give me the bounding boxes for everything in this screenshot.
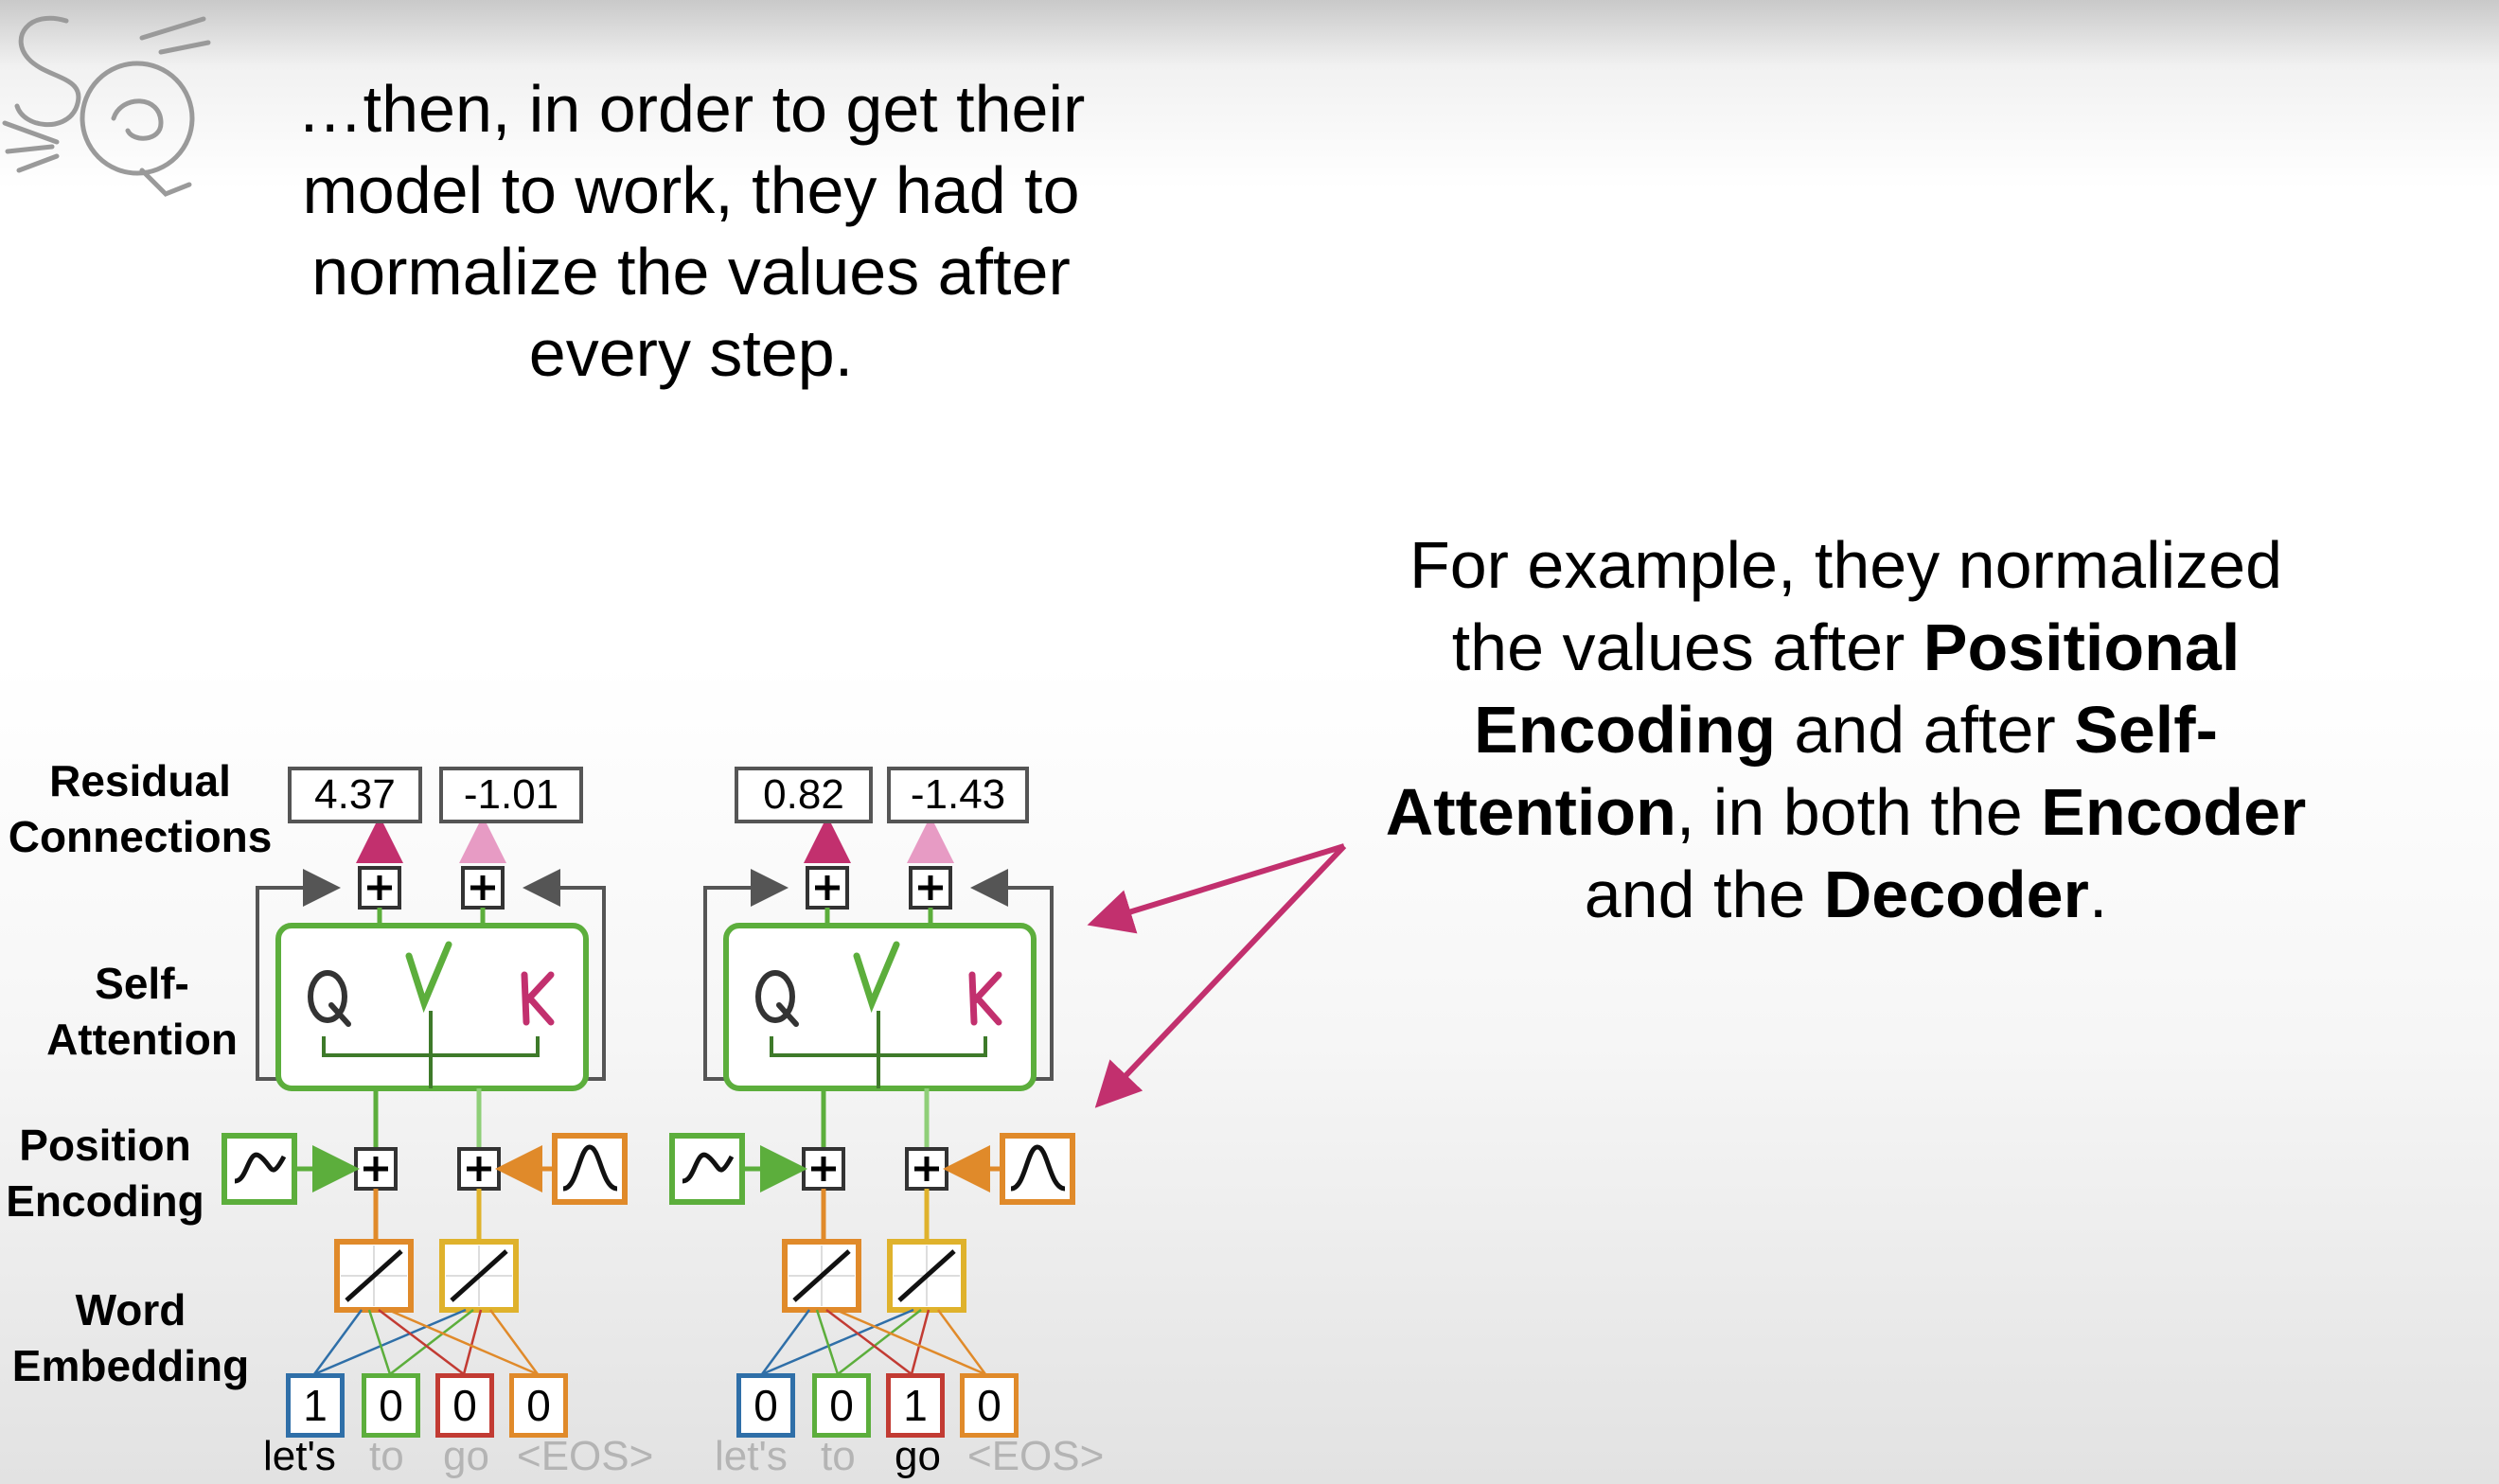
onehot-cell: 0 — [812, 1373, 871, 1438]
output-value: 4.37 — [288, 767, 422, 823]
onehot-cell: 0 — [960, 1373, 1019, 1438]
output-value: -1.01 — [439, 767, 583, 823]
token-word: to — [369, 1433, 404, 1479]
add-icon — [358, 866, 401, 910]
add-icon — [354, 1147, 398, 1191]
token-word: <EOS> — [967, 1433, 1105, 1479]
onehot-cell: 1 — [886, 1373, 945, 1438]
token-word: to — [821, 1433, 856, 1479]
embedding-weights — [312, 1308, 540, 1376]
add-icon — [461, 866, 505, 910]
linear-embedding-icon — [334, 1239, 414, 1313]
token-word: go — [443, 1433, 489, 1479]
onehot-cell: 0 — [509, 1373, 568, 1438]
transformer-diagram — [222, 816, 1347, 1484]
linear-embedding-icon — [439, 1239, 519, 1313]
token-word: <EOS> — [517, 1433, 654, 1479]
output-value: 0.82 — [735, 767, 873, 823]
decoder-block-graphics — [672, 825, 1072, 1374]
bell-curve-icon — [552, 1133, 628, 1205]
token-word: let's — [263, 1433, 336, 1479]
output-value: -1.43 — [887, 767, 1029, 823]
onehot-cell: 0 — [435, 1373, 494, 1438]
onehot-cell: 1 — [286, 1373, 345, 1438]
add-icon — [457, 1147, 501, 1191]
onehot-cell: 0 — [362, 1373, 420, 1438]
token-word: go — [895, 1433, 941, 1479]
onehot-cell: 0 — [736, 1373, 795, 1438]
sine-wave-icon — [222, 1133, 297, 1205]
token-word: let's — [715, 1433, 788, 1479]
